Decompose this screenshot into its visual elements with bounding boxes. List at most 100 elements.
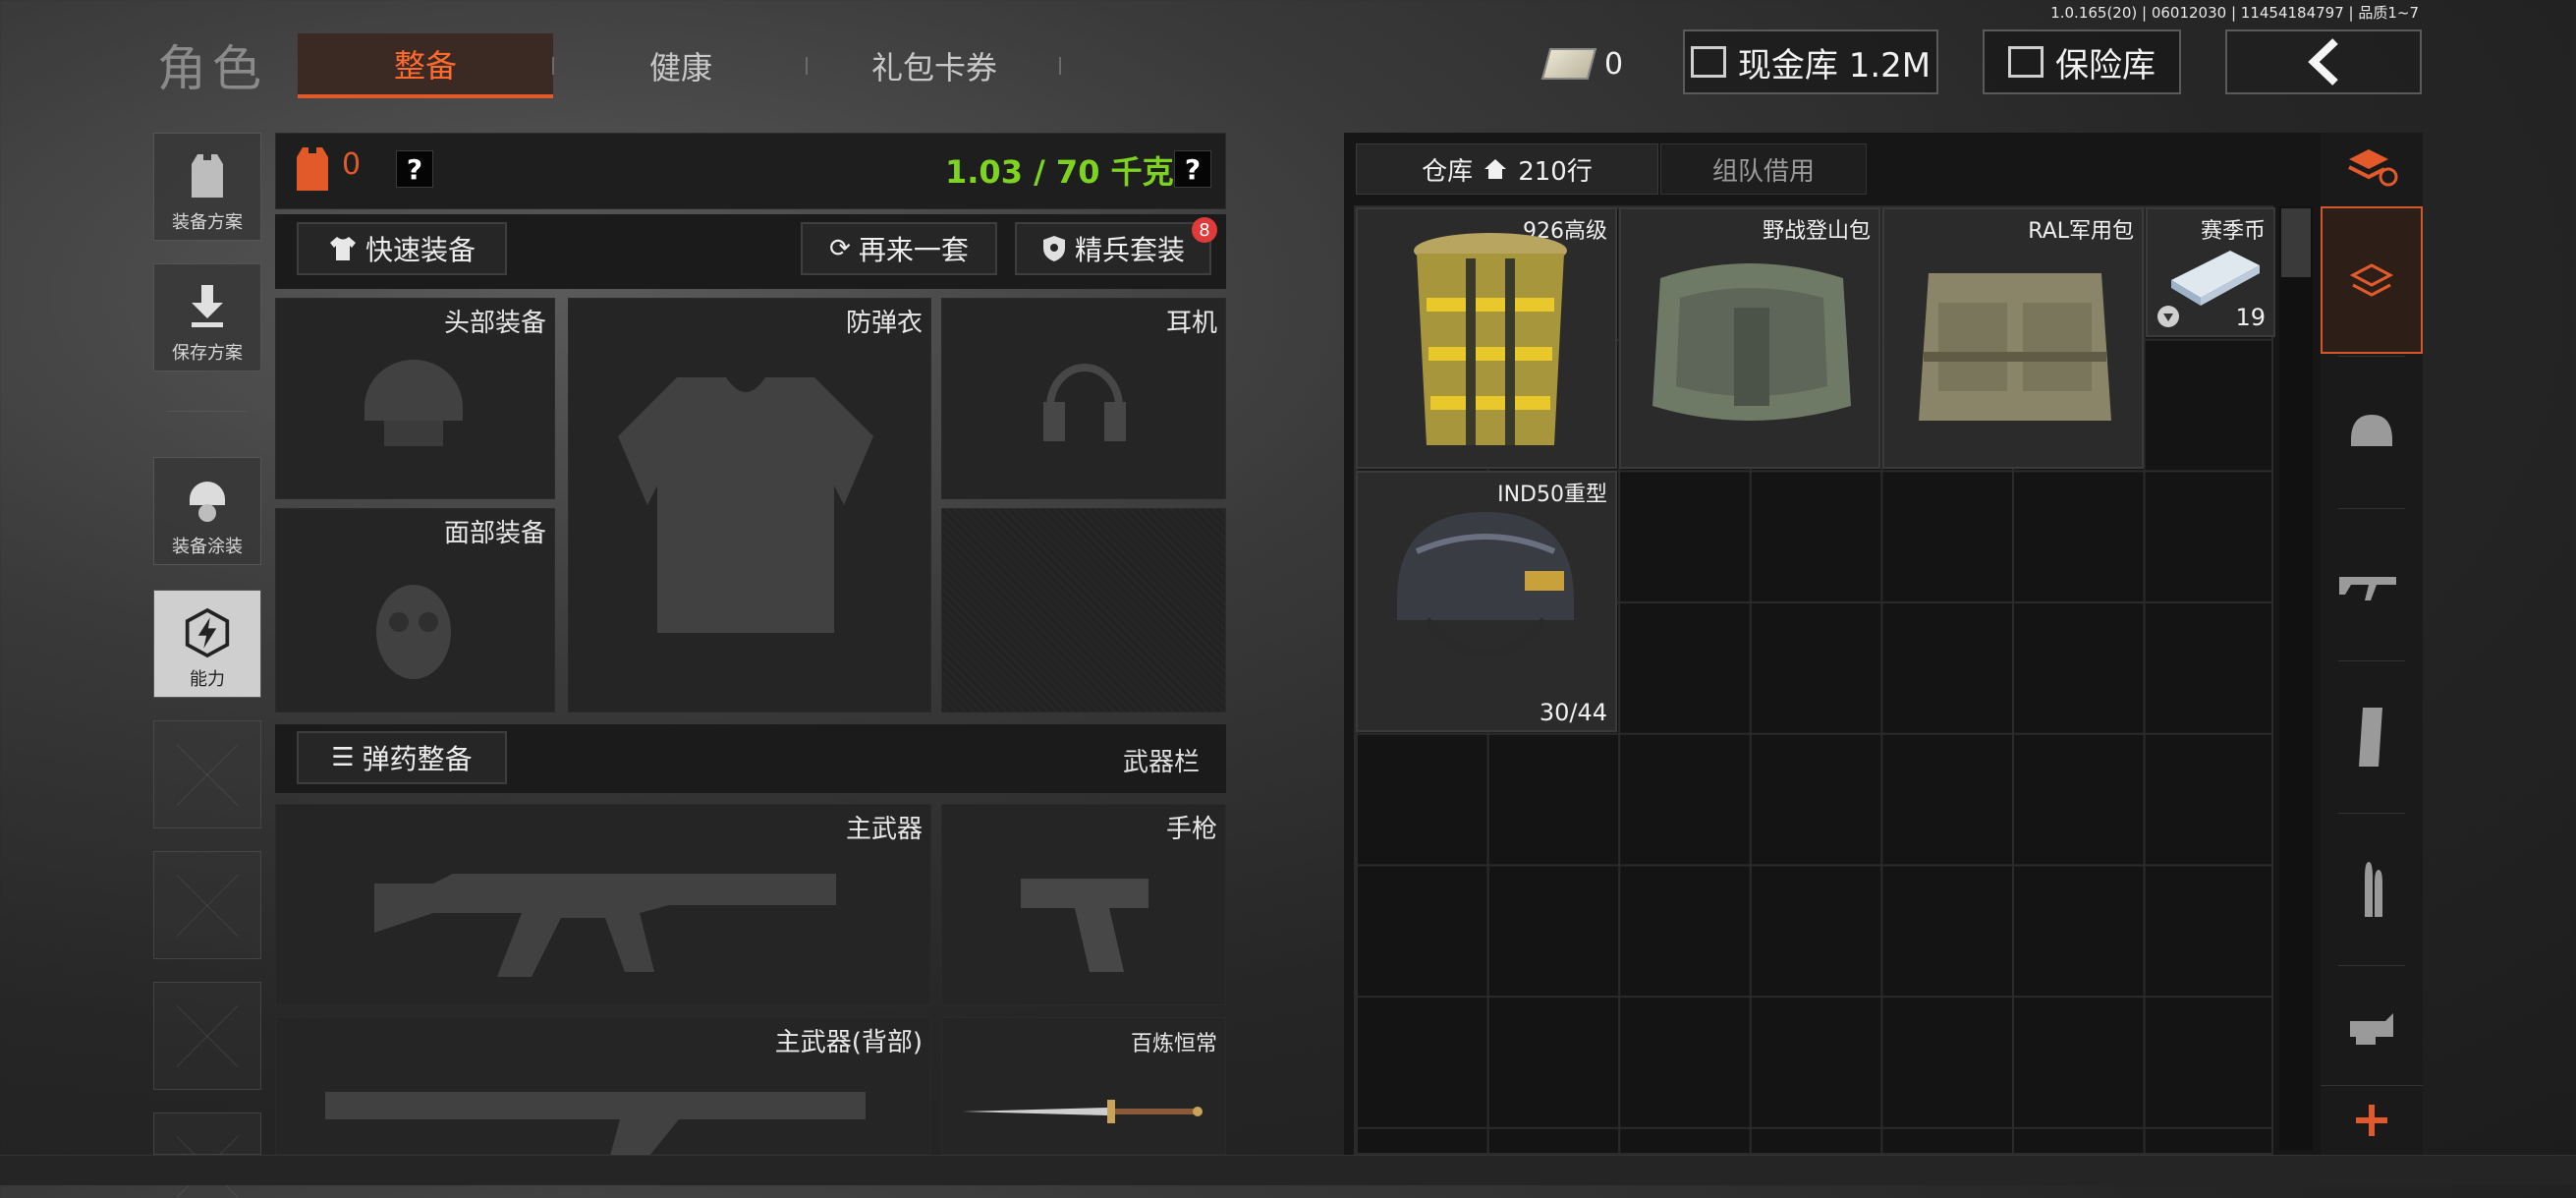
coin-badge-icon — [2157, 306, 2179, 327]
vest-placeholder-icon — [618, 377, 873, 633]
ammo-stack-icon: ☰ — [331, 743, 355, 772]
backpack-icon — [1652, 263, 1851, 421]
sidebar-empty-slot — [153, 851, 261, 959]
back-button[interactable] — [2225, 29, 2422, 94]
warehouse-item-ind50-helmet[interactable]: IND50重型 30/44 — [1356, 471, 1617, 732]
version-info: 1.0.165(20) | 06012030 | 11454184797 | 品… — [2050, 4, 2419, 22]
shirt-icon — [329, 237, 356, 260]
carry-weight: 1.03 / 70 千克 — [945, 153, 1174, 191]
helmet-icon — [1397, 512, 1574, 658]
another-set-button[interactable]: ⟳ 再来一套 — [801, 222, 997, 275]
category-divider — [2338, 813, 2405, 814]
slot-label: 主武器(背部) — [774, 1028, 923, 1057]
stack-refresh-icon — [2348, 149, 2398, 187]
slot-body-armor[interactable]: 防弹衣 — [568, 298, 931, 713]
headset-placeholder-icon — [1043, 364, 1126, 441]
vault-image-icon — [1690, 46, 1726, 78]
sidebar-equipment-paint[interactable]: 装备涂装 — [153, 457, 261, 565]
lightning-icon — [184, 607, 231, 658]
slot-headset[interactable]: 耳机 — [941, 298, 1226, 499]
money-value: 0 — [1604, 46, 1624, 82]
category-ammo[interactable] — [2321, 816, 2423, 963]
scrollbar-thumb[interactable] — [2281, 208, 2311, 277]
sidebar-label: 保存方案 — [172, 343, 243, 364]
sidebar-divider — [167, 411, 246, 412]
add-icon — [2356, 1104, 2387, 1136]
elite-set-label: 精兵套装 — [1074, 234, 1185, 266]
sidebar-empty-slot — [153, 720, 261, 828]
backpack-icon — [1919, 273, 2111, 421]
tab-divider — [1059, 57, 1061, 75]
slot-primary-weapon-back[interactable]: 主武器(背部) — [275, 1017, 931, 1156]
warehouse-item-field-backpack[interactable]: 野战登山包 — [1619, 207, 1880, 469]
bullet-icon — [2365, 862, 2382, 917]
category-magazines[interactable] — [2321, 663, 2423, 811]
add-category-button[interactable] — [2321, 1085, 2423, 1154]
category-divider — [2338, 660, 2405, 661]
backpack-icon — [1414, 233, 1567, 445]
category-divider — [2338, 508, 2405, 509]
sort-refresh-button[interactable] — [2321, 138, 2423, 197]
vest-icon — [184, 151, 231, 200]
slot-label: 耳机 — [1165, 309, 1217, 338]
category-rifles[interactable] — [2321, 511, 2423, 658]
sword-icon — [962, 1100, 1203, 1123]
magazine-icon — [2359, 708, 2382, 767]
sidebar-loadout-plan[interactable]: 装备方案 — [153, 133, 261, 241]
tab-gift-cards[interactable]: 礼包卡券 — [807, 33, 1062, 98]
elite-set-button[interactable]: 精兵套装 — [1015, 222, 1211, 275]
category-helmets[interactable] — [2321, 359, 2423, 506]
quick-equip-button[interactable]: 快速装备 — [297, 222, 507, 275]
mask-placeholder-icon — [376, 585, 451, 679]
warehouse-item-ral-pack[interactable]: RAL军用包 — [1882, 207, 2144, 469]
item-name: 野战登山包 — [1762, 219, 1871, 244]
armor-count: 0 — [342, 147, 362, 182]
download-icon — [184, 282, 231, 331]
cash-vault-button[interactable]: 现金库 1.2M — [1683, 29, 1938, 94]
safe-icon — [2008, 46, 2044, 78]
slot-label: 面部装备 — [443, 519, 546, 548]
refresh-icon: ⟳ — [829, 234, 851, 263]
slot-label: 防弹衣 — [845, 309, 923, 338]
sidebar-empty-slot — [153, 1112, 261, 1155]
category-attachments[interactable] — [2321, 968, 2423, 1081]
ammo-prep-label: 弹药整备 — [362, 743, 473, 775]
slot-melee[interactable]: 百炼恒常 — [941, 1017, 1226, 1155]
category-backpacks[interactable] — [2321, 206, 2423, 354]
ammo-prep-button[interactable]: ☰ 弹药整备 — [297, 731, 507, 784]
shield-icon — [1042, 236, 1065, 261]
slot-head-gear[interactable]: 头部装备 — [275, 298, 555, 499]
weight-help-button[interactable]: ? — [1174, 150, 1211, 188]
tab-health[interactable]: 健康 — [553, 33, 809, 98]
sidebar-abilities[interactable]: 能力 — [153, 590, 261, 698]
quick-equip-label: 快速装备 — [364, 234, 476, 266]
bottom-bar — [0, 1155, 2576, 1185]
slot-primary-weapon[interactable]: 主武器 — [275, 804, 931, 1005]
category-divider — [2338, 965, 2405, 966]
item-name: RAL军用包 — [2028, 219, 2134, 244]
helmet-icon — [2351, 415, 2392, 446]
warehouse-tab-label: 仓库 — [1422, 156, 1474, 187]
slot-label: 手枪 — [1165, 815, 1217, 844]
item-count: 19 — [2235, 304, 2266, 331]
warehouse-scrollbar[interactable] — [2279, 206, 2313, 1150]
elite-set-badge: 8 — [1192, 217, 1217, 243]
slot-face-gear[interactable]: 面部装备 — [275, 508, 555, 713]
warehouse-item-backpack-926[interactable]: 926高级 — [1356, 207, 1617, 469]
armor-vest-icon — [295, 145, 330, 193]
weapon-bar-label: 武器栏 — [1123, 748, 1201, 777]
slot-pistol[interactable]: 手枪 — [941, 804, 1226, 1005]
home-icon — [1484, 159, 1507, 179]
warehouse-item-season-coin[interactable]: 赛季币 19 — [2146, 207, 2275, 337]
sidebar-save-plan[interactable]: 保存方案 — [153, 263, 261, 371]
slot-locked — [941, 508, 1226, 713]
tab-team-borrow[interactable]: 组队借用 — [1660, 143, 1867, 195]
pistol-placeholder-icon — [1021, 879, 1148, 972]
armor-help-button[interactable]: ? — [396, 150, 433, 188]
safe-vault-button[interactable]: 保险库 — [1983, 29, 2181, 94]
helmet-placeholder-icon — [364, 360, 463, 446]
tab-loadout[interactable]: 整备 — [298, 33, 553, 98]
page-title: 角色 — [157, 40, 267, 97]
scope-icon — [2350, 1012, 2393, 1045]
tab-warehouse[interactable]: 仓库 210行 — [1356, 143, 1658, 195]
